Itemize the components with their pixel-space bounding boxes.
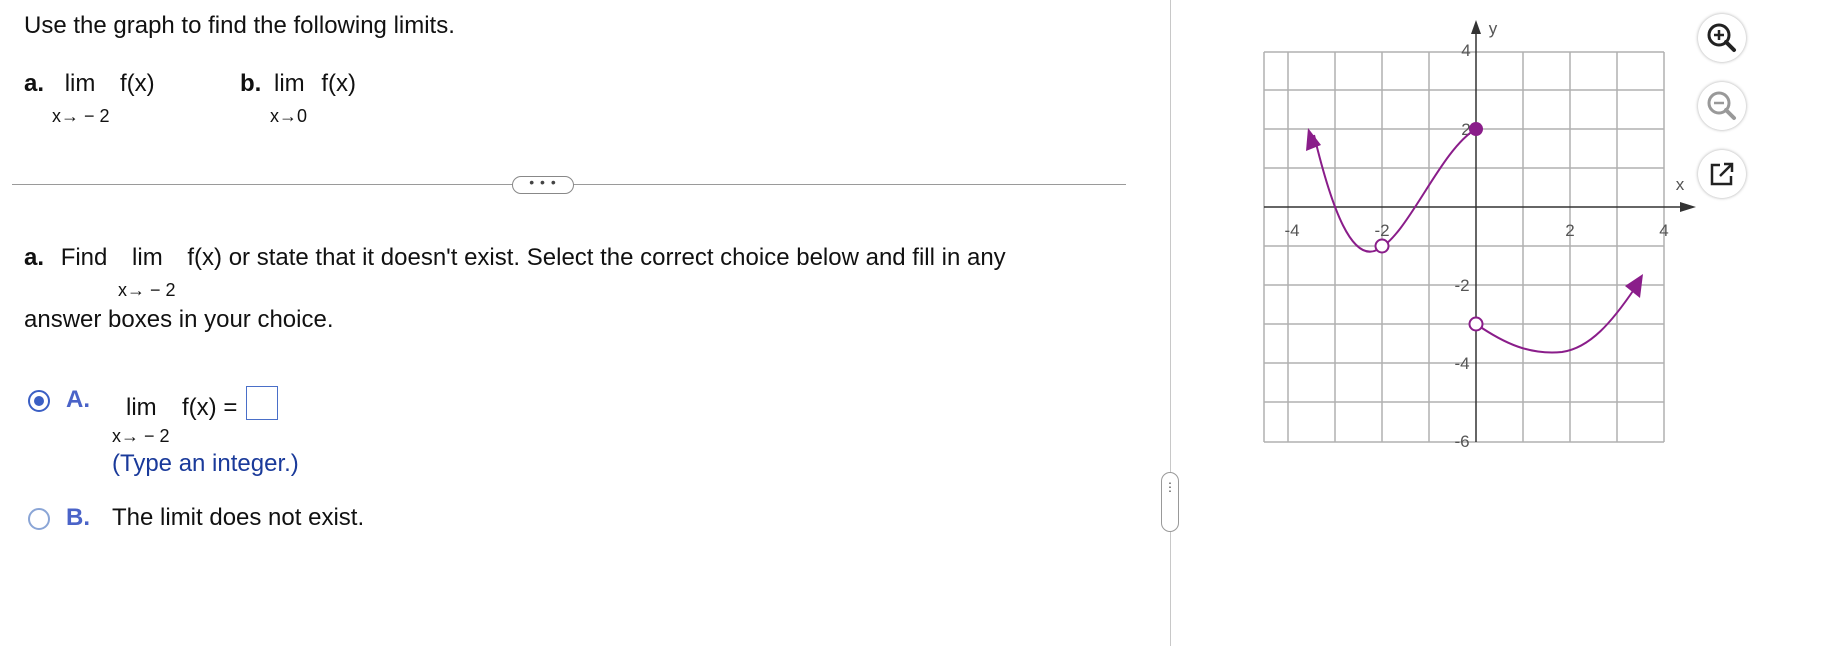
function-graph: -4 -2 2 4 4 2 -2 -4 -6 x y [1263, 19, 1696, 451]
limit-a-expression: a. lim f(x) x→ − 2 [24, 70, 155, 126]
x-tick-label: -2 [1374, 221, 1389, 240]
right-arrowhead [1625, 274, 1643, 298]
question-pane: Use the graph to find the following limi… [0, 0, 1160, 646]
limit-b-expression: b. lim f(x) x→0 [240, 70, 356, 126]
choice-a-subscript: x→ − 2 [112, 426, 170, 446]
x-tick-label: 4 [1659, 221, 1668, 240]
filled-point [1469, 122, 1483, 136]
question-lim: lim [132, 244, 163, 271]
choice-a-answer-input[interactable] [246, 386, 278, 420]
pane-resize-handle[interactable]: ⋮ [1161, 472, 1179, 532]
y-tick-label: 4 [1461, 41, 1470, 60]
x-axis-label: x [1676, 175, 1685, 194]
left-curve [1313, 128, 1477, 253]
choice-a-function: f(x) = [182, 394, 238, 421]
zoom-in-button[interactable] [1698, 14, 1746, 62]
choice-a-lim: lim [126, 394, 157, 421]
question-find: Find [60, 244, 108, 271]
y-axis-arrow [1471, 20, 1481, 34]
y-axis-label: y [1489, 19, 1498, 38]
x-tick-label: -4 [1284, 221, 1299, 240]
pane-separator [1170, 0, 1171, 646]
zoom-out-button[interactable] [1698, 82, 1746, 130]
x-axis-arrow [1680, 202, 1696, 212]
expand-button[interactable]: • • • [512, 175, 574, 194]
grid [1263, 51, 1665, 443]
y-tick-label: -4 [1454, 354, 1469, 373]
limit-a-lim: lim [64, 70, 96, 97]
open-external-button[interactable] [1698, 150, 1746, 198]
tick-labels: -4 -2 2 4 4 2 -2 -4 -6 x y [1284, 19, 1684, 451]
choice-b-radio[interactable] [28, 508, 50, 530]
limit-a-label: a. [24, 70, 45, 97]
question-rest: f(x) or state that it doesn't exist. Sel… [187, 244, 1006, 271]
question-text: a. Find lim f(x) or state that it doesn'… [24, 244, 1144, 272]
choice-a-radio[interactable] [28, 390, 50, 412]
y-tick-label: -2 [1454, 276, 1469, 295]
x-tick-label: 2 [1565, 221, 1574, 240]
question-subscript: x→ − 2 [118, 280, 176, 300]
choice-b-letter: B. [66, 504, 90, 531]
left-arrowhead [1306, 128, 1321, 151]
question-part-label: a. [24, 244, 45, 271]
question-line2: answer boxes in your choice. [24, 306, 334, 333]
limit-b-subscript: x→0 [270, 106, 308, 126]
choice-a-hint: (Type an integer.) [112, 450, 299, 477]
zoom-in-icon [1707, 23, 1736, 52]
limit-a-function: f(x) [120, 70, 155, 97]
zoom-out-icon [1707, 91, 1736, 120]
y-tick-label: -6 [1454, 432, 1469, 451]
open-point [1374, 238, 1390, 254]
curves [1306, 122, 1643, 354]
open-point [1468, 316, 1484, 332]
limit-b-function: f(x) [321, 70, 356, 97]
choice-a-letter: A. [66, 386, 90, 413]
choice-b-text: The limit does not exist. [112, 504, 365, 531]
open-external-icon [1710, 162, 1734, 186]
right-curve [1475, 287, 1636, 354]
instructions: Use the graph to find the following limi… [24, 12, 455, 39]
limit-b-lim: lim [274, 70, 305, 97]
limit-a-subscript: x→ − 2 [52, 106, 110, 126]
limit-b-label: b. [240, 70, 262, 97]
axes [1264, 20, 1696, 442]
